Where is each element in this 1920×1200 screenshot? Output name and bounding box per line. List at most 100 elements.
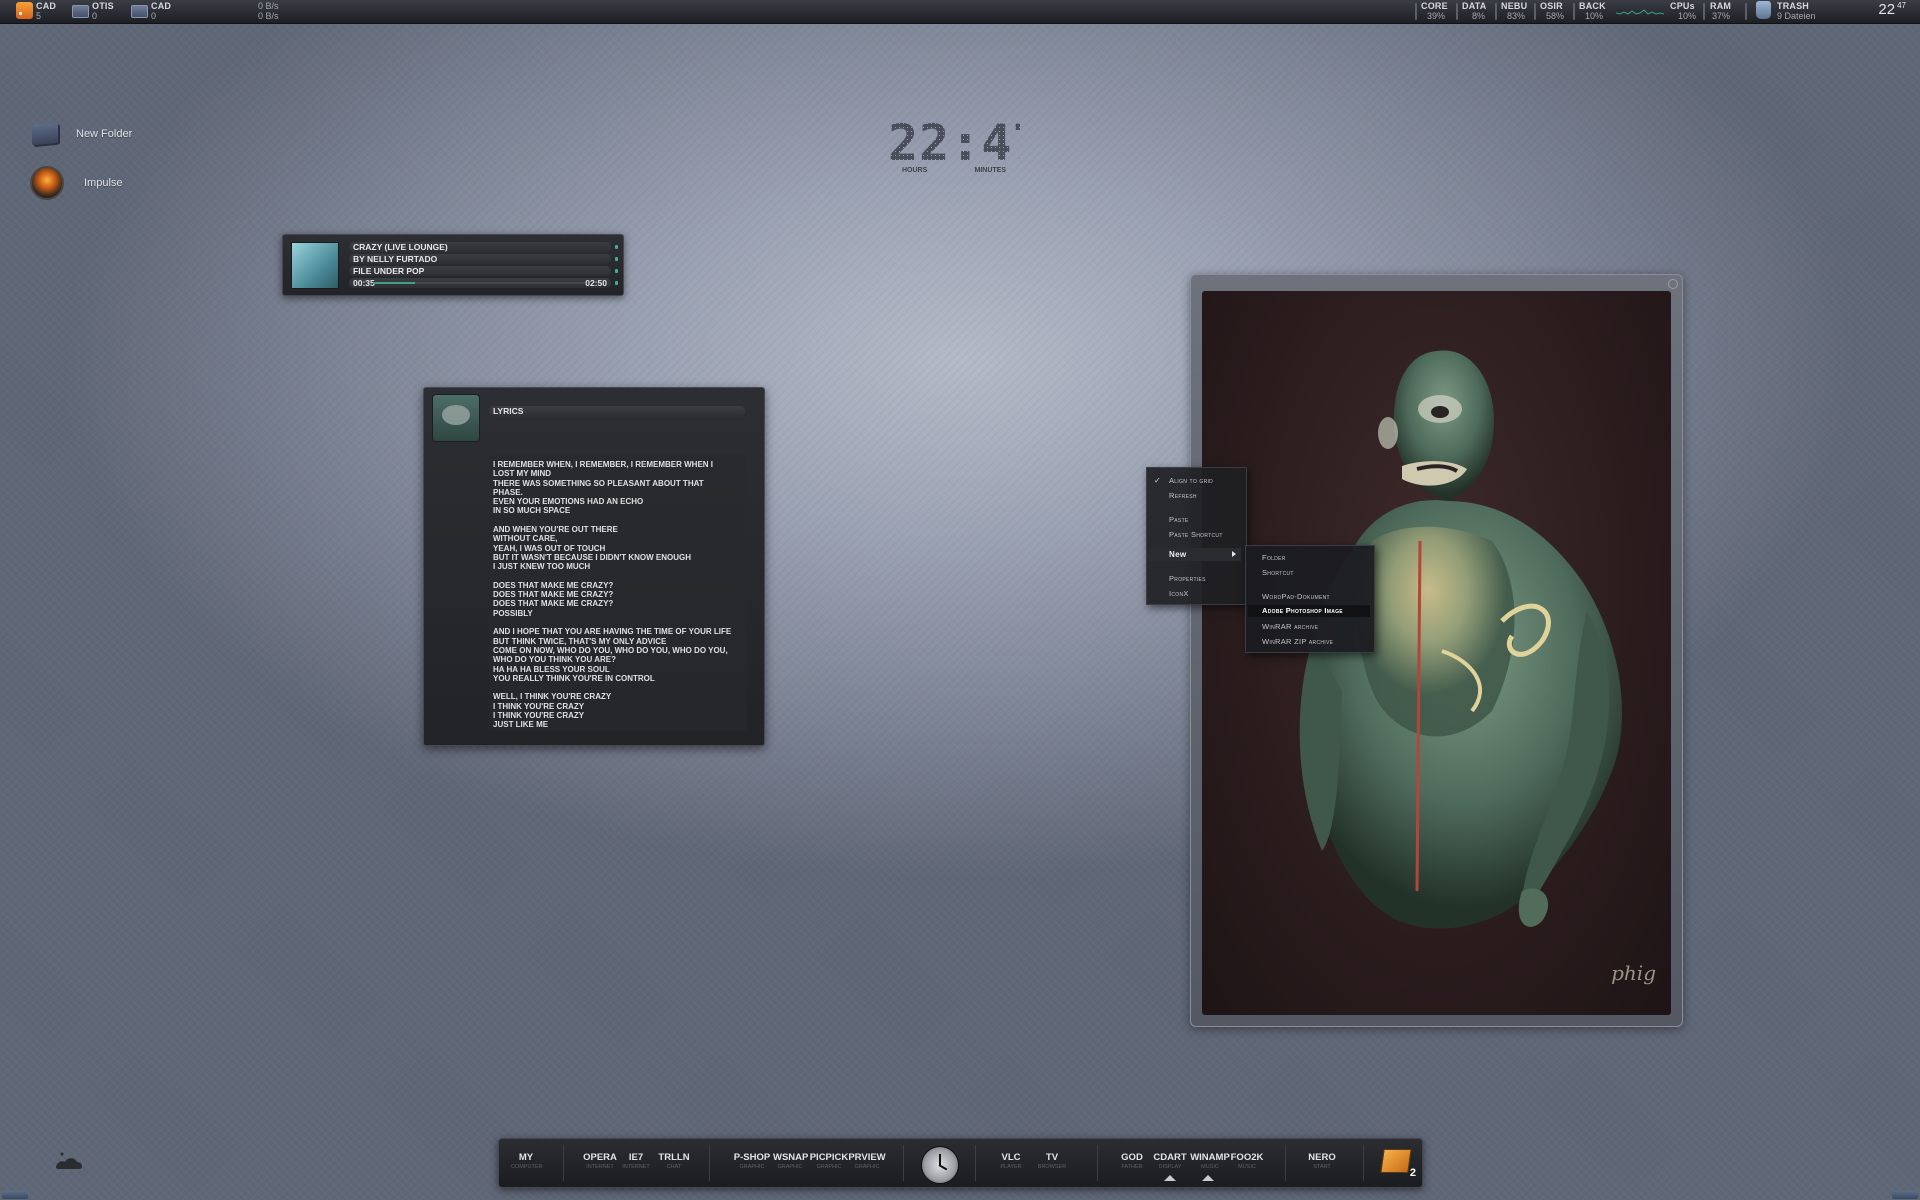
dock-item-photoshop[interactable]: P-SHOP GRAPHIC bbox=[733, 1153, 771, 1171]
dock-label: CDART bbox=[1153, 1152, 1187, 1163]
checkmark-icon: ✓ bbox=[1154, 476, 1161, 485]
drive-usage: 39% bbox=[1427, 11, 1446, 21]
cpu-meter[interactable]: CPUs 10% bbox=[1670, 1, 1696, 21]
dock-item-vlc[interactable]: VLC PLAYER bbox=[999, 1153, 1023, 1171]
drive-osir[interactable]: OSIR 58% bbox=[1540, 1, 1564, 21]
menu-item-align-to-grid[interactable]: Align to grid bbox=[1169, 476, 1213, 485]
dock-label: GOD bbox=[1121, 1152, 1143, 1163]
album-cover[interactable] bbox=[291, 242, 339, 289]
trash-count: 9 Dateien bbox=[1777, 11, 1816, 21]
tray-stack[interactable]: 2 bbox=[1378, 1145, 1416, 1179]
menu-item-paste-shortcut[interactable]: Paste Shortcut bbox=[1169, 530, 1223, 539]
weather-icon[interactable] bbox=[52, 1148, 86, 1172]
masked-figure-illustration bbox=[1299, 350, 1622, 929]
trash-label: TRASH bbox=[1777, 1, 1809, 11]
dock-item-my-computer[interactable]: MY COMPUTER bbox=[511, 1152, 543, 1171]
total-time: 02:50 bbox=[585, 278, 607, 288]
separator bbox=[709, 1145, 710, 1181]
desktop-icon-impulse[interactable]: Impulse bbox=[30, 166, 123, 200]
elapsed-time: 00:35 bbox=[353, 278, 375, 288]
cpu-graph bbox=[1616, 9, 1664, 15]
dock-sublabel: PLAYER bbox=[1000, 1164, 1022, 1170]
mail-otis[interactable]: OTIS 0 bbox=[72, 1, 114, 21]
submenu-arrow-icon bbox=[1232, 551, 1236, 557]
submenu-item-wordpad[interactable]: WordPad-Dokument bbox=[1262, 592, 1330, 601]
cpu-label: CPUs bbox=[1670, 1, 1695, 11]
now-playing-widget: CRAZY (LIVE LOUNGE) BY NELLY FURTADO FIL… bbox=[282, 234, 624, 296]
lyrics-header: LYRICS bbox=[489, 406, 745, 417]
drive-nebu[interactable]: NEBU 83% bbox=[1501, 1, 1527, 21]
topbar-clock[interactable]: 22 47 bbox=[1878, 1, 1906, 18]
dock-label: TRLLN bbox=[658, 1152, 690, 1163]
hours-caption: HOURS bbox=[902, 167, 928, 174]
start-button[interactable] bbox=[2, 1191, 28, 1199]
menu-item-new[interactable]: New bbox=[1149, 548, 1241, 561]
impulse-icon bbox=[30, 166, 64, 200]
menu-item-paste[interactable]: Paste bbox=[1169, 515, 1189, 524]
menu-item-refresh[interactable]: Refresh bbox=[1169, 491, 1197, 500]
dock-label: MY bbox=[518, 1152, 534, 1163]
mail-count: 0 bbox=[151, 11, 157, 21]
close-icon[interactable] bbox=[1668, 279, 1678, 289]
running-indicator-icon bbox=[1202, 1175, 1214, 1181]
submenu-item-folder[interactable]: Folder bbox=[1262, 553, 1286, 562]
minutes-caption: MINUTES bbox=[974, 167, 1007, 174]
track-artist-row: BY NELLY FURTADO bbox=[349, 254, 618, 264]
dock-sublabel: GRAPHIC bbox=[777, 1164, 803, 1170]
dock-item-ie7[interactable]: IE7 INTERNET bbox=[621, 1153, 651, 1171]
net-up: 0 B/s bbox=[258, 11, 279, 21]
mail-cad[interactable]: CAD 0 bbox=[131, 1, 171, 21]
drive-core[interactable]: CORE 39% bbox=[1421, 1, 1448, 21]
menu-item-new-label: New bbox=[1169, 550, 1187, 559]
drive-back[interactable]: BACK 10% bbox=[1579, 1, 1606, 21]
dock-item-foobar2000[interactable]: FOO2K MUSIC bbox=[1229, 1153, 1265, 1171]
dock-sublabel: GRAPHIC bbox=[816, 1164, 842, 1170]
analog-clock-icon[interactable] bbox=[921, 1146, 959, 1184]
track-progress-row[interactable]: 00:35 02:50 bbox=[349, 278, 618, 288]
lyrics-text[interactable]: I REMEMBER WHEN, I REMEMBER, I REMEMBER … bbox=[489, 455, 747, 731]
submenu-item-shortcut[interactable]: Shortcut bbox=[1262, 568, 1294, 577]
show-desktop-button[interactable] bbox=[1892, 1191, 1918, 1199]
dock-sublabel: START bbox=[1313, 1164, 1331, 1170]
dock-label: WINAMP bbox=[1190, 1152, 1230, 1163]
desktop-icon-new-folder[interactable]: New Folder bbox=[32, 122, 132, 146]
dock-item-preview[interactable]: PRVIEW GRAPHIC bbox=[847, 1153, 887, 1171]
folder-icon bbox=[32, 122, 58, 146]
drive-data[interactable]: DATA 8% bbox=[1462, 1, 1486, 21]
dock-label: WSNAP bbox=[773, 1152, 809, 1163]
artist-signature: phig bbox=[1611, 961, 1656, 985]
submenu-item-winrar-archive[interactable]: WinRAR archive bbox=[1262, 622, 1318, 631]
dock-sublabel: MUSIC bbox=[1201, 1164, 1219, 1170]
dock-item-picpick[interactable]: PICPICK GRAPHIC bbox=[809, 1153, 849, 1171]
dock-sublabel: FATHER bbox=[1121, 1164, 1143, 1170]
separator bbox=[1456, 3, 1458, 20]
dock-item-nero[interactable]: NERO START bbox=[1305, 1153, 1339, 1171]
dock-item-god[interactable]: GOD FATHER bbox=[1115, 1153, 1149, 1171]
mail-count: 0 bbox=[92, 11, 98, 21]
separator bbox=[1534, 3, 1536, 20]
submenu-item-photoshop-image[interactable]: Adobe Photoshop Image bbox=[1248, 605, 1370, 617]
dock-item-opera[interactable]: OPERA INTERNET bbox=[583, 1153, 617, 1171]
drive-usage: 83% bbox=[1507, 11, 1526, 21]
progress-bar[interactable] bbox=[373, 282, 585, 284]
cpu-usage: 10% bbox=[1678, 11, 1697, 21]
track-genre-row: FILE UNDER POP bbox=[349, 266, 618, 276]
submenu-item-winrar-zip[interactable]: WinRAR ZIP archive bbox=[1262, 637, 1333, 646]
dock-item-wsnap[interactable]: WSNAP GRAPHIC bbox=[773, 1152, 809, 1171]
dock-sublabel: COMPUTER bbox=[511, 1164, 543, 1170]
separator bbox=[1285, 1145, 1286, 1181]
separator bbox=[903, 1145, 904, 1181]
dock-item-tv[interactable]: TV BROWSER bbox=[1035, 1153, 1069, 1171]
dock-item-cdart[interactable]: CDART DISPLAY bbox=[1153, 1153, 1187, 1171]
rss-feed-cad[interactable]: CAD 5 bbox=[16, 1, 56, 21]
rss-icon bbox=[16, 2, 33, 19]
dock-sublabel: INTERNET bbox=[586, 1164, 614, 1170]
trash-bin[interactable]: TRASH 9 Dateien bbox=[1756, 1, 1816, 21]
ram-meter[interactable]: RAM 37% bbox=[1710, 1, 1731, 21]
menu-item-properties[interactable]: Properties bbox=[1169, 574, 1206, 583]
menu-item-iconx[interactable]: IconX bbox=[1169, 589, 1189, 598]
dock-label: IE7 bbox=[628, 1152, 644, 1163]
separator bbox=[1415, 3, 1417, 20]
dock-item-winamp[interactable]: WINAMP MUSIC bbox=[1189, 1153, 1231, 1171]
dock-item-trillian[interactable]: TRLLN CHAT bbox=[657, 1153, 691, 1171]
